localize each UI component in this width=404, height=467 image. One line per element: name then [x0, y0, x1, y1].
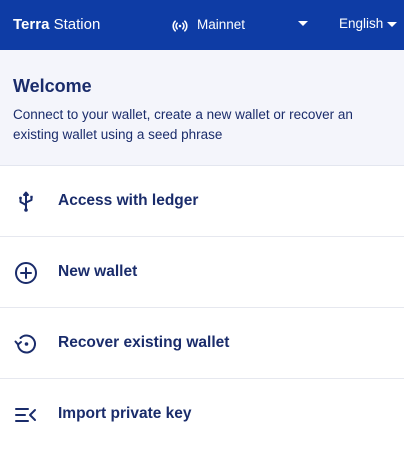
- welcome-panel: Welcome Connect to your wallet, create a…: [0, 50, 404, 166]
- brand-name-bold: Terra: [13, 16, 50, 33]
- brand-logo[interactable]: Terra Station: [13, 16, 100, 34]
- welcome-title: Welcome: [13, 76, 92, 96]
- language-selector[interactable]: English: [339, 16, 398, 32]
- menu-item-label: Import private key: [58, 405, 192, 422]
- signal-icon: [172, 20, 188, 32]
- menu-item-label: Access with ledger: [58, 192, 199, 209]
- restore-icon: [14, 334, 36, 354]
- network-label: Mainnet: [197, 17, 246, 32]
- menu-item-import-private-key[interactable]: Import private key: [0, 379, 404, 450]
- menu-item-label: New wallet: [58, 263, 138, 280]
- add-circle-icon: [15, 262, 37, 284]
- network-selector[interactable]: Mainnet: [172, 15, 245, 35]
- menu-item-new-wallet[interactable]: New wallet: [0, 237, 404, 308]
- menu-item-access-with-ledger[interactable]: Access with ledger: [0, 166, 404, 237]
- usb-icon: [19, 191, 33, 212]
- import-list-icon: [15, 408, 36, 422]
- network-chevron-down-icon[interactable]: [298, 21, 308, 26]
- brand-name-light: Station: [53, 16, 101, 33]
- menu-item-recover-existing-wallet[interactable]: Recover existing wallet: [0, 308, 404, 379]
- menu-item-label: Recover existing wallet: [58, 334, 230, 351]
- top-bar: Terra Station Mainnet English: [0, 0, 404, 50]
- language-chevron-down-icon: [387, 22, 398, 27]
- wallet-options-menu: Access with ledger New wallet Recover ex…: [0, 166, 404, 450]
- welcome-description: Connect to your wallet, create a new wal…: [13, 107, 353, 142]
- language-label: English: [339, 16, 384, 31]
